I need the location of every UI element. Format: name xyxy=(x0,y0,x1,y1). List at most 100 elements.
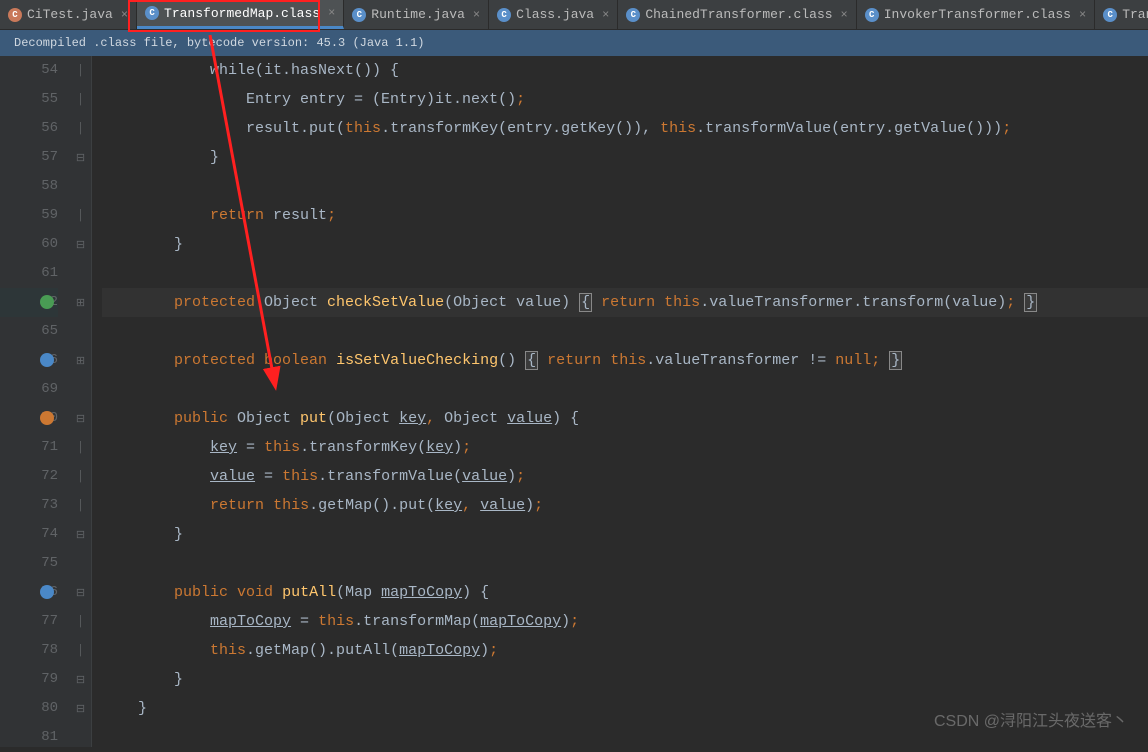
line-number: 59 xyxy=(0,201,58,230)
file-icon: C xyxy=(1103,8,1117,22)
tab-class-java[interactable]: CClass.java× xyxy=(489,0,618,29)
code-line[interactable] xyxy=(102,375,1148,404)
fold-marker: │ xyxy=(70,491,91,520)
fold-marker[interactable]: ⊟ xyxy=(70,665,91,694)
tab-citest-java[interactable]: CCiTest.java× xyxy=(0,0,137,29)
gutter-marker-icon[interactable] xyxy=(40,411,54,425)
line-number: 60 xyxy=(0,230,58,259)
line-number: 80 xyxy=(0,694,58,723)
line-number: 75 xyxy=(0,549,58,578)
code-line[interactable]: protected boolean isSetValueChecking() {… xyxy=(102,346,1148,375)
fold-marker xyxy=(70,723,91,752)
close-icon[interactable]: × xyxy=(328,6,335,20)
watermark: CSDN @浔阳江头夜送客丶 xyxy=(934,707,1128,731)
line-number: 55 xyxy=(0,85,58,114)
fold-marker: │ xyxy=(70,201,91,230)
fold-marker xyxy=(70,549,91,578)
fold-marker xyxy=(70,375,91,404)
line-number: 76 xyxy=(0,578,58,607)
gutter-marker-icon[interactable] xyxy=(40,353,54,367)
tab-chainedtransformer-class[interactable]: CChainedTransformer.class× xyxy=(618,0,856,29)
code-line[interactable]: } xyxy=(102,143,1148,172)
fold-marker[interactable]: ⊟ xyxy=(70,143,91,172)
line-number: 61 xyxy=(0,259,58,288)
fold-marker: │ xyxy=(70,462,91,491)
fold-marker: │ xyxy=(70,607,91,636)
file-icon: C xyxy=(865,8,879,22)
close-icon[interactable]: × xyxy=(121,8,128,22)
code-content[interactable]: while(it.hasNext()) { Entry entry = (Ent… xyxy=(92,56,1148,747)
gutter-marker-icon[interactable] xyxy=(40,585,54,599)
line-number: 65 xyxy=(0,317,58,346)
code-line[interactable]: } xyxy=(102,230,1148,259)
line-number-gutter: 5455565758596061626566697071727374757677… xyxy=(0,56,70,747)
editor-area: 5455565758596061626566697071727374757677… xyxy=(0,56,1148,747)
code-line[interactable] xyxy=(102,549,1148,578)
fold-marker[interactable]: ⊞ xyxy=(70,346,91,375)
fold-marker[interactable]: ⊟ xyxy=(70,230,91,259)
fold-marker[interactable]: ⊟ xyxy=(70,578,91,607)
line-number: 70 xyxy=(0,404,58,433)
tab-invokertransformer-class[interactable]: C InvokerTransformer.class × xyxy=(857,0,1095,29)
code-line[interactable]: public void putAll(Map mapToCopy) { xyxy=(102,578,1148,607)
code-line[interactable]: } xyxy=(102,520,1148,549)
fold-marker xyxy=(70,172,91,201)
fold-marker xyxy=(70,317,91,346)
fold-marker xyxy=(70,259,91,288)
code-line[interactable] xyxy=(102,259,1148,288)
code-line[interactable]: this.getMap().putAll(mapToCopy); xyxy=(102,636,1148,665)
fold-marker[interactable]: ⊟ xyxy=(70,404,91,433)
file-icon: C xyxy=(497,8,511,22)
file-icon: C xyxy=(8,8,22,22)
code-line[interactable]: mapToCopy = this.transformMap(mapToCopy)… xyxy=(102,607,1148,636)
gutter-marker-icon[interactable] xyxy=(40,295,54,309)
fold-marker: │ xyxy=(70,85,91,114)
line-number: 69 xyxy=(0,375,58,404)
close-icon[interactable]: × xyxy=(602,8,609,22)
code-line[interactable]: value = this.transformValue(value); xyxy=(102,462,1148,491)
code-line[interactable]: } xyxy=(102,665,1148,694)
file-icon: C xyxy=(145,6,159,20)
line-number: 77 xyxy=(0,607,58,636)
tab-label: Transformer.class xyxy=(1122,7,1148,22)
line-number: 81 xyxy=(0,723,58,752)
close-icon[interactable]: × xyxy=(473,8,480,22)
fold-marker: │ xyxy=(70,56,91,85)
close-icon[interactable]: × xyxy=(1079,8,1086,22)
code-line[interactable]: while(it.hasNext()) { xyxy=(102,56,1148,85)
fold-marker[interactable]: ⊟ xyxy=(70,520,91,549)
code-line[interactable] xyxy=(102,172,1148,201)
code-line[interactable]: result.put(this.transformKey(entry.getKe… xyxy=(102,114,1148,143)
tab-label: InvokerTransformer.class xyxy=(884,7,1071,22)
code-line[interactable]: key = this.transformKey(key); xyxy=(102,433,1148,462)
line-number: 73 xyxy=(0,491,58,520)
line-number: 79 xyxy=(0,665,58,694)
file-icon: C xyxy=(352,8,366,22)
fold-marker: │ xyxy=(70,433,91,462)
line-number: 74 xyxy=(0,520,58,549)
line-number: 66 xyxy=(0,346,58,375)
code-line[interactable] xyxy=(102,317,1148,346)
fold-marker: │ xyxy=(70,114,91,143)
code-line[interactable]: return result; xyxy=(102,201,1148,230)
line-number: 58 xyxy=(0,172,58,201)
code-line[interactable]: protected Object checkSetValue(Object va… xyxy=(102,288,1148,317)
line-number: 57 xyxy=(0,143,58,172)
tab-runtime-java[interactable]: C Runtime.java × xyxy=(344,0,489,29)
tab-transformedmap-class[interactable]: CTransformedMap.class× xyxy=(137,0,344,29)
fold-marker[interactable]: ⊟ xyxy=(70,694,91,723)
line-number: 54 xyxy=(0,56,58,85)
fold-column: │││⊟│⊟⊞⊞⊟│││⊟⊟││⊟⊟ xyxy=(70,56,92,747)
file-icon: C xyxy=(626,8,640,22)
code-line[interactable]: public Object put(Object key, Object val… xyxy=(102,404,1148,433)
decompile-info-bar: Decompiled .class file, bytecode version… xyxy=(0,30,1148,56)
fold-marker[interactable]: ⊞ xyxy=(70,288,91,317)
line-number: 62 xyxy=(0,288,58,317)
close-icon[interactable]: × xyxy=(841,8,848,22)
line-number: 71 xyxy=(0,433,58,462)
code-line[interactable]: return this.getMap().put(key, value); xyxy=(102,491,1148,520)
tab-label: Runtime.java xyxy=(371,7,465,22)
line-number: 78 xyxy=(0,636,58,665)
code-line[interactable]: Entry entry = (Entry)it.next(); xyxy=(102,85,1148,114)
tab-transformer-class[interactable]: CTransformer.class× xyxy=(1095,0,1148,29)
